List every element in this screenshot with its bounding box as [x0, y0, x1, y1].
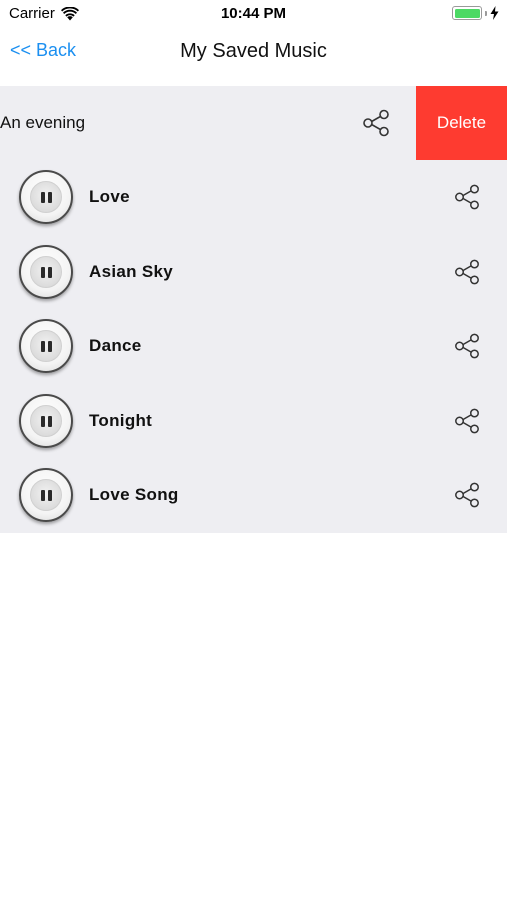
track-row[interactable]: Love Song — [0, 458, 507, 533]
saved-music-list: An evening Delete Love Asian Sky Dance T… — [0, 86, 507, 533]
track-title: Love Song — [89, 485, 179, 504]
share-icon[interactable] — [453, 407, 481, 435]
track-title: Tonight — [89, 410, 153, 430]
share-icon[interactable] — [361, 108, 391, 138]
pause-icon — [30, 479, 62, 511]
album-title: An evening — [0, 113, 86, 132]
track-title: Dance — [89, 336, 142, 355]
pause-icon — [30, 181, 62, 213]
battery-indicator — [452, 6, 499, 20]
status-time: 10:44 PM — [220, 5, 287, 22]
track-row[interactable]: Love — [0, 160, 507, 235]
album-row[interactable]: An evening Delete — [0, 86, 507, 160]
page-title: My Saved Music — [180, 40, 327, 62]
pause-button[interactable] — [19, 244, 73, 299]
pause-button[interactable] — [19, 319, 73, 373]
track-row[interactable]: Dance — [0, 309, 507, 384]
pause-button[interactable] — [19, 170, 73, 224]
share-icon[interactable] — [453, 258, 481, 286]
charging-bolt-icon — [490, 6, 499, 20]
pause-icon — [30, 404, 62, 437]
pause-icon — [30, 255, 62, 288]
navigation-bar: << Back My Saved Music — [0, 28, 507, 86]
track-row[interactable]: Tonight — [0, 384, 507, 459]
pause-button[interactable] — [19, 468, 73, 522]
share-icon[interactable] — [453, 332, 481, 360]
share-icon[interactable] — [453, 183, 481, 211]
pause-button[interactable] — [19, 393, 73, 448]
track-title: Asian Sky — [89, 261, 173, 281]
track-row[interactable]: Asian Sky — [0, 235, 507, 310]
delete-button[interactable]: Delete — [416, 86, 507, 160]
status-bar: Carrier 10:44 PM — [0, 0, 507, 28]
share-icon[interactable] — [453, 481, 481, 509]
battery-icon — [452, 6, 482, 20]
track-title: Love — [89, 187, 130, 206]
pause-icon — [30, 330, 62, 362]
battery-tip — [485, 10, 487, 16]
